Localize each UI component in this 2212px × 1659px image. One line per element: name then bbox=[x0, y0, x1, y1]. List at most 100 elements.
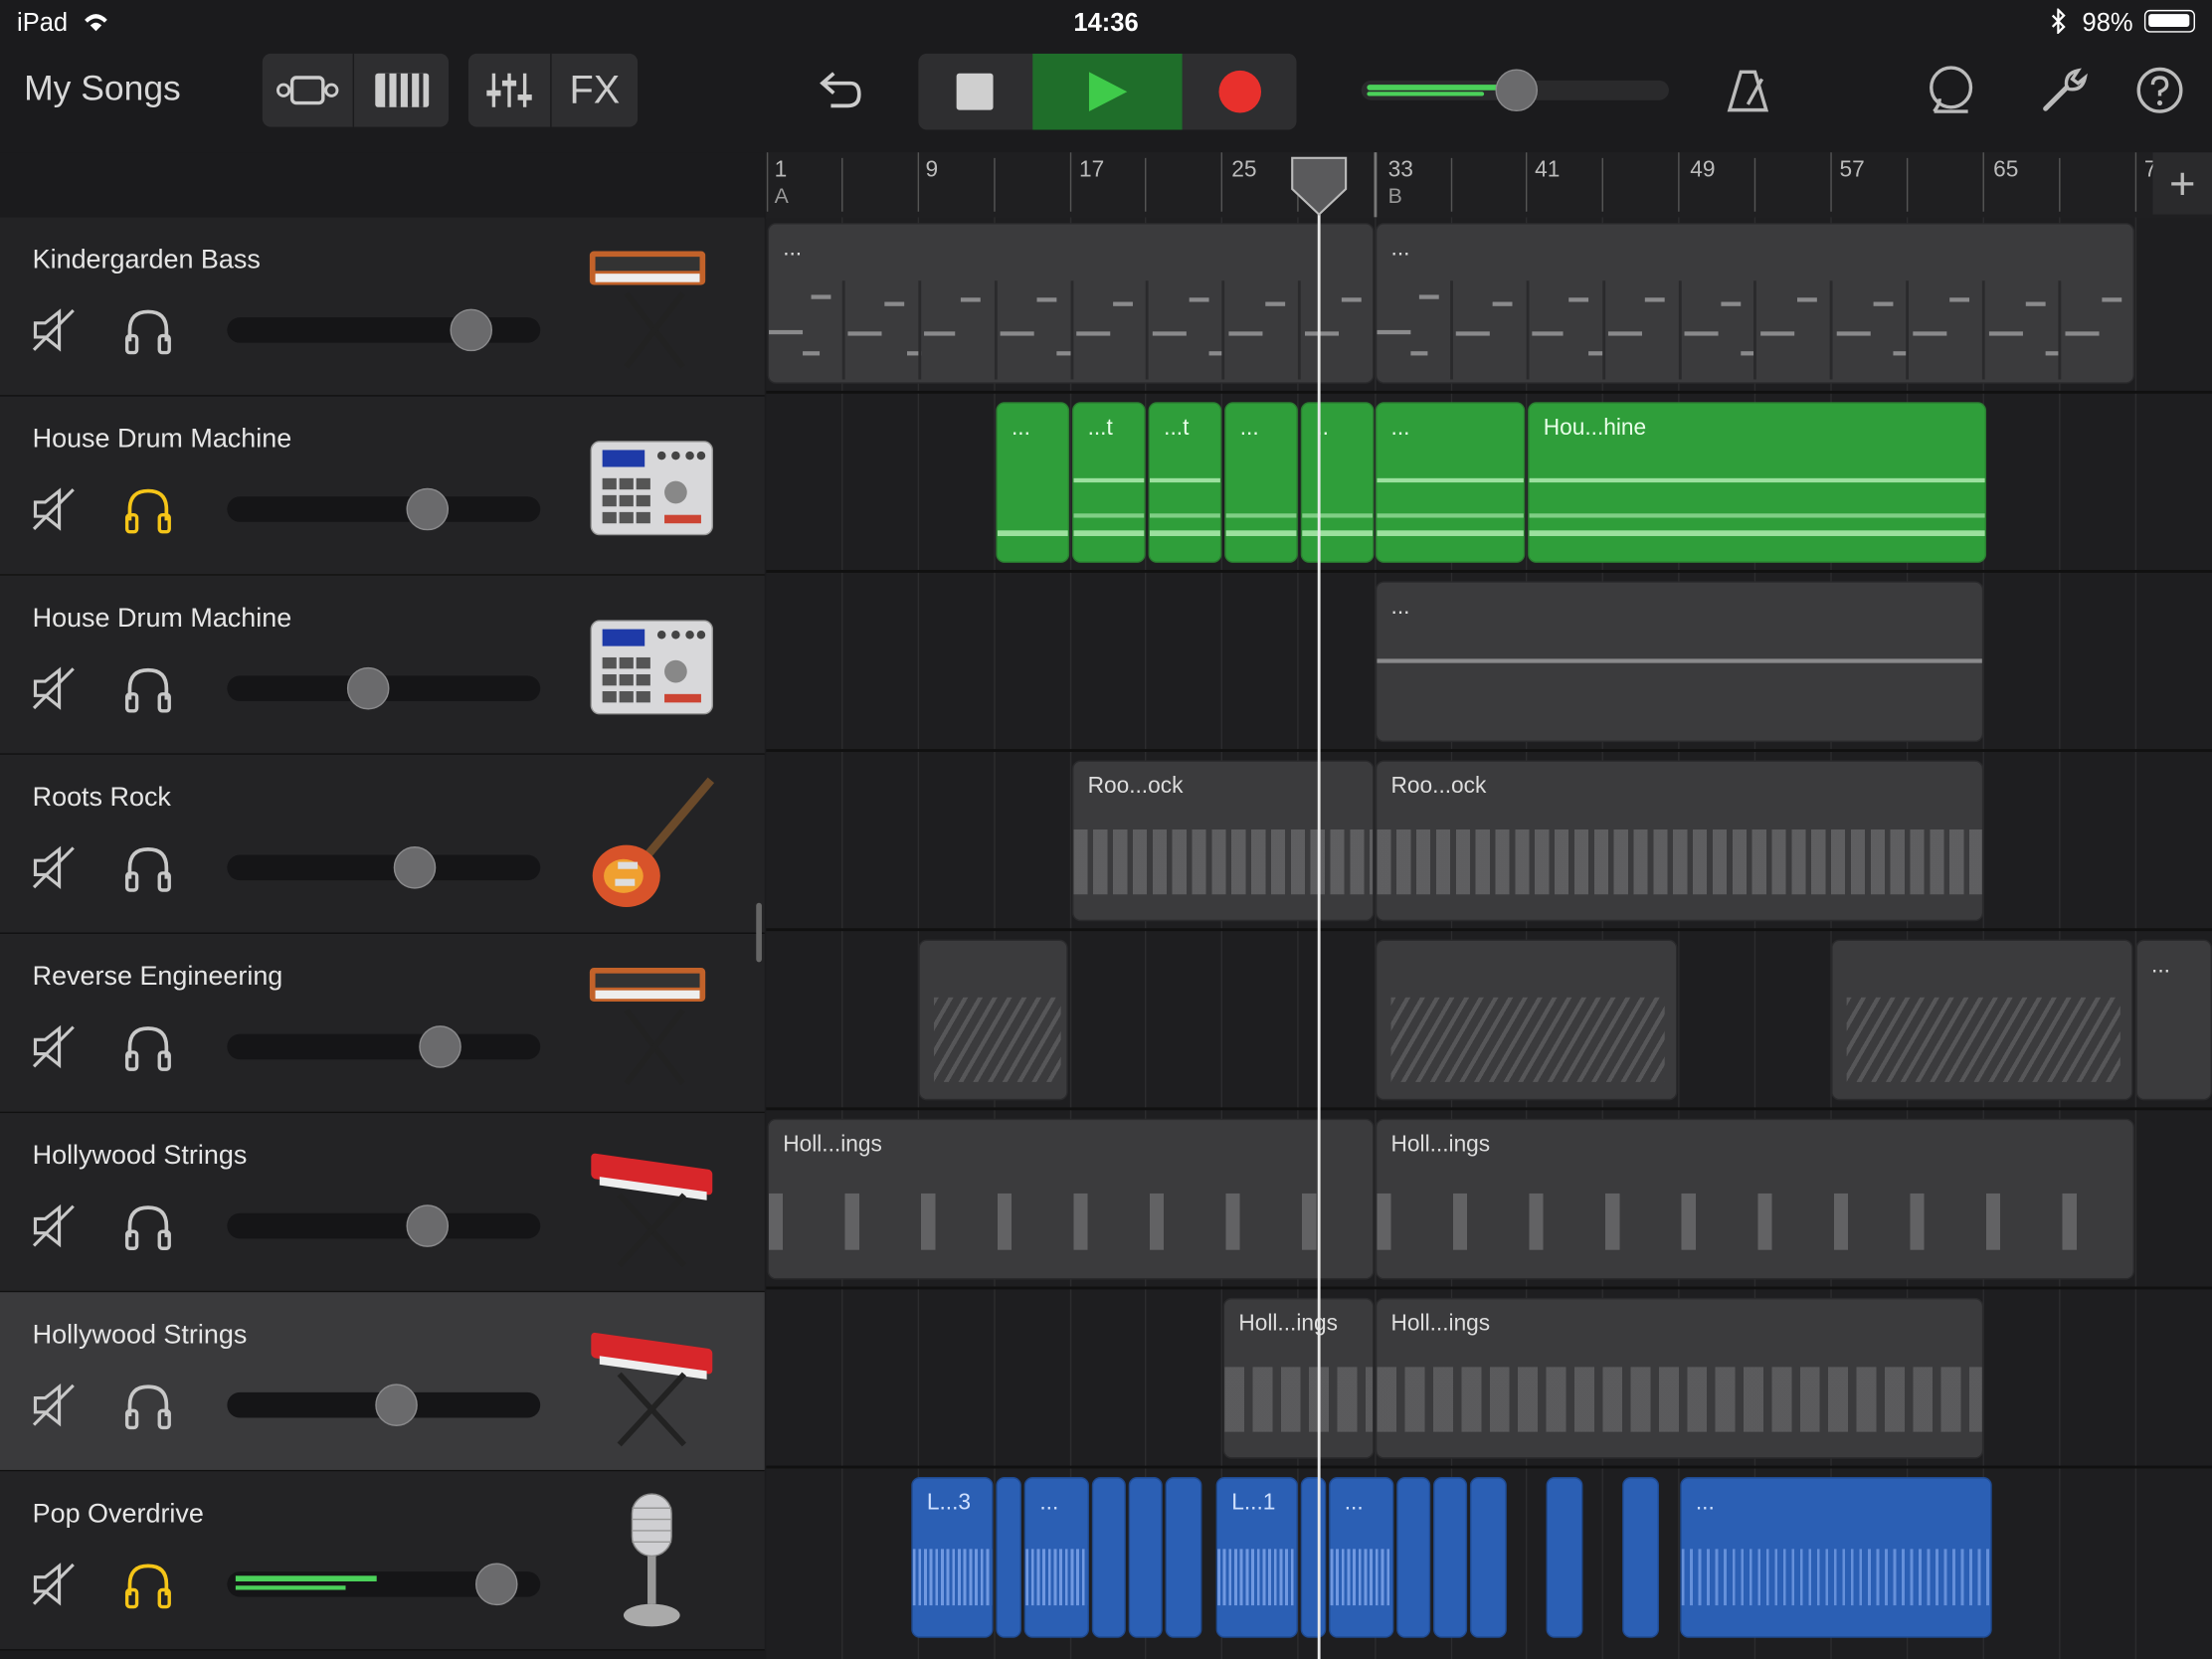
drum-machine-icon[interactable] bbox=[584, 414, 719, 561]
mute-button[interactable] bbox=[31, 845, 76, 897]
region-vocal-11[interactable] bbox=[1433, 1477, 1468, 1638]
mute-button[interactable] bbox=[31, 1382, 76, 1434]
metronome-button[interactable] bbox=[1716, 60, 1780, 121]
microphone-icon[interactable] bbox=[584, 1488, 719, 1635]
track-header[interactable]: Hollywood Strings bbox=[0, 1292, 765, 1472]
solo-button[interactable] bbox=[124, 845, 172, 900]
region-drums-gray[interactable]: ... bbox=[1375, 581, 1984, 743]
track-volume-knob[interactable] bbox=[346, 666, 390, 710]
region-drums-7[interactable]: Hou...hine bbox=[1528, 402, 1987, 563]
region-drums-1[interactable]: ... bbox=[996, 402, 1070, 563]
track-volume-knob[interactable] bbox=[419, 1025, 461, 1068]
vertical-scroll-indicator[interactable] bbox=[756, 902, 762, 963]
track-volume-slider[interactable] bbox=[227, 854, 541, 881]
region-vocal-7[interactable]: L...1 bbox=[1215, 1477, 1298, 1638]
loop-browser-button[interactable] bbox=[1919, 60, 1983, 121]
tracks-area[interactable]: ... ... ... ...t ...t ... .. ... Hou...h… bbox=[766, 217, 2212, 1659]
track-volume-knob[interactable] bbox=[406, 487, 450, 531]
track-header[interactable]: Pop Overdrive bbox=[0, 1471, 765, 1651]
mute-button[interactable] bbox=[31, 1562, 76, 1613]
region-roots-rock-a[interactable]: Roo...ock bbox=[1071, 760, 1375, 922]
region-vocal-2[interactable] bbox=[996, 1477, 1021, 1638]
electric-guitar-icon[interactable] bbox=[584, 772, 719, 919]
region-strings2-b[interactable]: Holl...ings bbox=[1375, 1297, 1984, 1459]
region-drums-5[interactable]: .. bbox=[1300, 402, 1375, 563]
track-volume-knob[interactable] bbox=[393, 846, 437, 889]
region-vocal-13[interactable] bbox=[1546, 1477, 1583, 1638]
track-volume-slider[interactable] bbox=[227, 317, 541, 343]
region-vocal-8[interactable] bbox=[1300, 1477, 1327, 1638]
region-strings-a[interactable]: Holl...ings bbox=[767, 1118, 1375, 1280]
track-header[interactable]: House Drum Machine bbox=[0, 396, 765, 576]
region-vocal-14[interactable] bbox=[1622, 1477, 1660, 1638]
region-kindergarden-bass-a[interactable]: ... bbox=[767, 223, 1375, 384]
master-volume-knob[interactable] bbox=[1495, 69, 1539, 112]
solo-button[interactable] bbox=[124, 1024, 172, 1079]
mute-button[interactable] bbox=[31, 1203, 76, 1255]
region-reverse-eng-d[interactable]: ... bbox=[2135, 939, 2212, 1101]
synth-keyboard-icon[interactable] bbox=[584, 234, 719, 381]
mute-button[interactable] bbox=[31, 307, 76, 359]
fx-button[interactable]: FX bbox=[552, 54, 639, 127]
track-header[interactable]: House Drum Machine bbox=[0, 575, 765, 755]
region-strings-b[interactable]: Holl...ings bbox=[1375, 1118, 2134, 1280]
mute-button[interactable] bbox=[31, 486, 76, 538]
region-strings2-a[interactable]: Holl...ings bbox=[1222, 1297, 1375, 1459]
region-drums-2[interactable]: ...t bbox=[1071, 402, 1146, 563]
track-volume-slider[interactable] bbox=[227, 1033, 541, 1060]
region-roots-rock-b[interactable]: Roo...ock bbox=[1375, 760, 1984, 922]
region-vocal-10[interactable] bbox=[1396, 1477, 1431, 1638]
region-reverse-eng-b[interactable] bbox=[1375, 939, 1678, 1101]
instrument-view-button[interactable] bbox=[354, 54, 449, 127]
master-volume-slider[interactable] bbox=[1361, 69, 1669, 112]
region-drums-6[interactable]: ... bbox=[1375, 402, 1526, 563]
red-keyboard-icon[interactable] bbox=[584, 1309, 719, 1456]
add-section-button[interactable]: + bbox=[2152, 152, 2212, 215]
track-header[interactable]: Roots Rock bbox=[0, 754, 765, 934]
solo-button[interactable] bbox=[124, 1562, 172, 1616]
region-reverse-eng-c[interactable] bbox=[1831, 939, 2133, 1101]
region-vocal-12[interactable] bbox=[1469, 1477, 1507, 1638]
synth-keyboard-icon[interactable] bbox=[584, 951, 719, 1098]
region-vocal-15[interactable]: ... bbox=[1680, 1477, 1992, 1638]
settings-button[interactable] bbox=[2031, 60, 2096, 121]
mixer-button[interactable] bbox=[468, 53, 552, 127]
solo-button[interactable] bbox=[124, 307, 172, 362]
solo-button[interactable] bbox=[124, 665, 172, 720]
track-header[interactable]: Reverse Engineering bbox=[0, 933, 765, 1114]
solo-button[interactable] bbox=[124, 1203, 172, 1258]
help-button[interactable] bbox=[2127, 60, 2192, 121]
solo-button[interactable] bbox=[124, 486, 172, 541]
solo-button[interactable] bbox=[124, 1382, 172, 1437]
region-vocal-6[interactable] bbox=[1165, 1477, 1202, 1638]
mute-button[interactable] bbox=[31, 1024, 76, 1076]
mute-button[interactable] bbox=[31, 665, 76, 717]
region-kindergarden-bass-b[interactable]: ... bbox=[1375, 223, 2134, 384]
record-button[interactable] bbox=[1184, 54, 1296, 130]
playhead-handle[interactable] bbox=[1289, 155, 1349, 217]
timeline-ruler[interactable]: 1 9 17 25 33 41 49 57 65 7 A B + bbox=[766, 152, 2212, 219]
region-reverse-eng-a[interactable] bbox=[918, 939, 1068, 1101]
track-volume-knob[interactable] bbox=[474, 1563, 518, 1606]
track-volume-knob[interactable] bbox=[375, 1383, 418, 1426]
play-button[interactable] bbox=[1032, 53, 1183, 130]
region-drums-4[interactable]: ... bbox=[1224, 402, 1298, 563]
track-volume-knob[interactable] bbox=[406, 1204, 450, 1247]
region-vocal-1[interactable]: L...3 bbox=[911, 1477, 994, 1638]
track-header[interactable]: Kindergarden Bass bbox=[0, 217, 765, 397]
stop-button[interactable] bbox=[918, 54, 1030, 130]
region-vocal-9[interactable]: ... bbox=[1329, 1477, 1394, 1638]
undo-button[interactable] bbox=[804, 57, 871, 124]
region-vocal-5[interactable] bbox=[1128, 1477, 1163, 1638]
track-volume-slider[interactable] bbox=[227, 496, 541, 522]
tracks-view-button[interactable] bbox=[263, 53, 355, 127]
red-keyboard-icon[interactable] bbox=[584, 1130, 719, 1277]
track-volume-knob[interactable] bbox=[450, 308, 493, 352]
drum-machine-icon[interactable] bbox=[584, 593, 719, 740]
region-drums-3[interactable]: ...t bbox=[1148, 402, 1222, 563]
my-songs-button[interactable]: My Songs bbox=[24, 70, 181, 110]
track-header[interactable]: Hollywood Strings bbox=[0, 1113, 765, 1293]
region-vocal-4[interactable] bbox=[1091, 1477, 1126, 1638]
track-volume-slider[interactable] bbox=[227, 1212, 541, 1239]
region-vocal-3[interactable]: ... bbox=[1023, 1477, 1089, 1638]
